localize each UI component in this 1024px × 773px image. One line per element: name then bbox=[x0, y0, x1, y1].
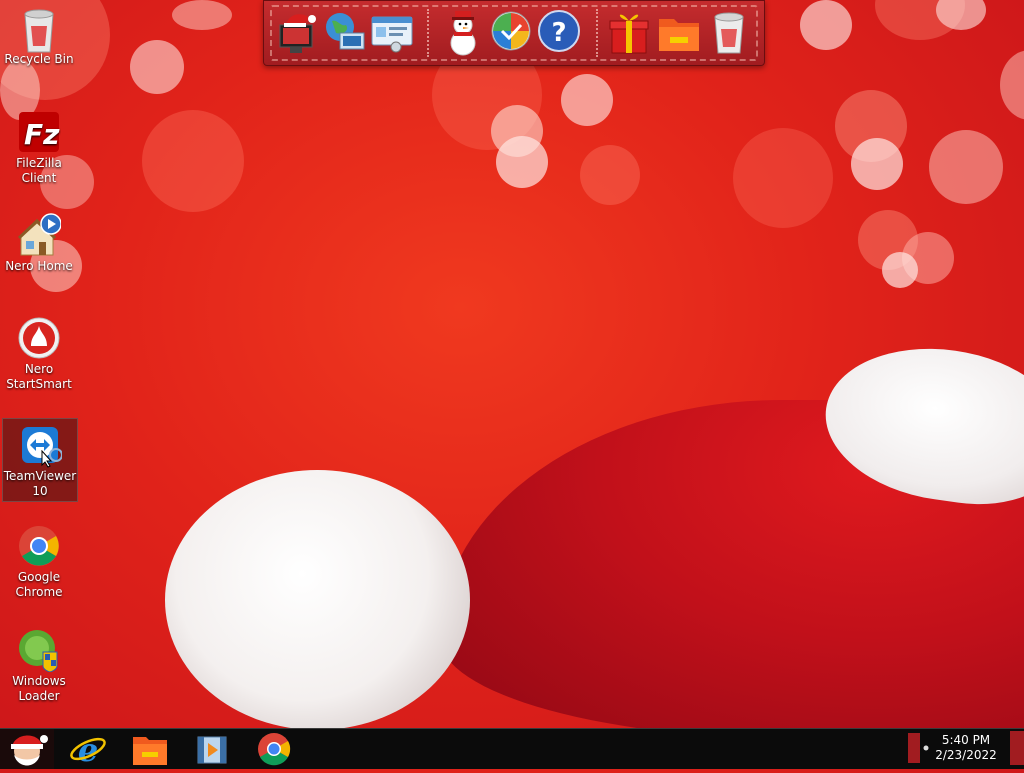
windows-loader-icon bbox=[17, 628, 61, 673]
santa-hat-pompom bbox=[165, 470, 470, 728]
nero-startsmart-icon bbox=[17, 316, 61, 360]
taskbar-clock[interactable]: 5:40 PM 2/23/2022 bbox=[930, 733, 1002, 763]
desktop-icon-windows-loader[interactable]: Windows Loader bbox=[2, 624, 76, 706]
desktop-icon-label: Windows Loader bbox=[12, 674, 66, 703]
santa-start-icon bbox=[0, 729, 54, 769]
dock-item-gift[interactable] bbox=[606, 7, 652, 57]
desktop-icon-label: Nero StartSmart bbox=[6, 362, 72, 391]
recycle-bin-icon bbox=[714, 12, 744, 54]
top-dock: ? bbox=[263, 0, 765, 66]
desktop-icon-recycle-bin[interactable]: Recycle Bin bbox=[2, 2, 76, 78]
bokeh-light bbox=[561, 74, 613, 126]
bokeh-light bbox=[130, 40, 184, 94]
nero-home-icon bbox=[17, 213, 62, 257]
dock-item-santa-computer[interactable] bbox=[276, 7, 322, 57]
dock-item-windows-update[interactable] bbox=[488, 7, 534, 57]
taskbar-item-media-player[interactable] bbox=[186, 731, 238, 767]
taskbar-item-internet-explorer[interactable]: e bbox=[62, 731, 114, 769]
desktop-icon-label: FileZilla Client bbox=[16, 156, 62, 185]
bokeh-light bbox=[882, 252, 918, 288]
taskbar-item-chrome[interactable] bbox=[248, 731, 300, 767]
show-desktop-button[interactable] bbox=[1010, 731, 1024, 765]
dock-item-recycle-bin[interactable] bbox=[706, 7, 752, 57]
file-explorer-icon bbox=[133, 737, 167, 765]
bokeh-light bbox=[496, 136, 548, 188]
gift-icon bbox=[609, 14, 649, 54]
mouse-cursor bbox=[41, 449, 53, 472]
media-player-icon bbox=[197, 736, 227, 764]
bokeh-light bbox=[172, 0, 232, 30]
dock-item-help[interactable]: ? bbox=[536, 7, 582, 57]
svg-text:?: ? bbox=[551, 18, 566, 48]
windows-update-icon bbox=[491, 11, 531, 51]
tray-flag-icon bbox=[908, 733, 929, 763]
tray-notification-area[interactable] bbox=[908, 733, 929, 763]
desktop-icon-teamviewer[interactable]: TeamViewer 10 bbox=[2, 418, 78, 502]
desktop-icon-label: Google Chrome bbox=[15, 570, 63, 599]
chrome-icon bbox=[258, 733, 291, 766]
bokeh-light bbox=[851, 138, 903, 190]
svg-text:e: e bbox=[78, 731, 98, 767]
dock-separator bbox=[427, 9, 431, 57]
taskbar: e 5:40 PM 2/23/2022 bbox=[0, 728, 1024, 769]
desktop-icon-label: Recycle Bin bbox=[4, 52, 74, 66]
svg-text:Fz: Fz bbox=[24, 118, 60, 151]
clock-time: 5:40 PM bbox=[941, 733, 991, 747]
bokeh-light bbox=[733, 128, 833, 228]
start-button[interactable] bbox=[0, 729, 54, 769]
desktop-icon-label: Nero Home bbox=[5, 259, 73, 273]
desktop-icon-filezilla[interactable]: Fz FileZilla Client bbox=[2, 106, 76, 185]
folder-icon bbox=[659, 19, 699, 51]
desktop-wallpaper bbox=[0, 0, 1024, 728]
recycle-bin-icon bbox=[17, 6, 61, 53]
filezilla-icon: Fz bbox=[17, 110, 61, 154]
bokeh-light bbox=[929, 130, 1003, 204]
control-panel-icon bbox=[371, 16, 413, 53]
teamviewer-icon bbox=[18, 423, 63, 467]
help-icon: ? bbox=[538, 10, 580, 52]
desktop-icon-google-chrome[interactable]: Google Chrome bbox=[2, 520, 76, 602]
dock-item-control-panel[interactable] bbox=[368, 7, 414, 57]
bokeh-light bbox=[142, 110, 244, 212]
chrome-icon bbox=[17, 524, 61, 568]
desktop-icon-nero-home[interactable]: Nero Home bbox=[2, 209, 76, 285]
globe-network-icon bbox=[326, 13, 365, 50]
bokeh-light bbox=[580, 145, 640, 205]
snowman-icon bbox=[450, 11, 476, 56]
bokeh-light bbox=[800, 0, 852, 50]
desktop-icon-nero-startsmart[interactable]: Nero StartSmart bbox=[2, 312, 76, 400]
desktop-icon-label: TeamViewer 10 bbox=[3, 469, 77, 498]
taskbar-item-file-explorer[interactable] bbox=[124, 731, 176, 767]
dock-item-snowman[interactable] bbox=[440, 7, 486, 57]
internet-explorer-icon: e bbox=[70, 731, 106, 769]
clock-date: 2/23/2022 bbox=[935, 748, 997, 762]
bokeh-light bbox=[1000, 50, 1024, 120]
dock-item-folder[interactable] bbox=[656, 7, 702, 57]
dock-separator bbox=[596, 9, 600, 57]
santa-computer-icon bbox=[279, 14, 316, 53]
dock-item-network[interactable] bbox=[322, 7, 368, 57]
